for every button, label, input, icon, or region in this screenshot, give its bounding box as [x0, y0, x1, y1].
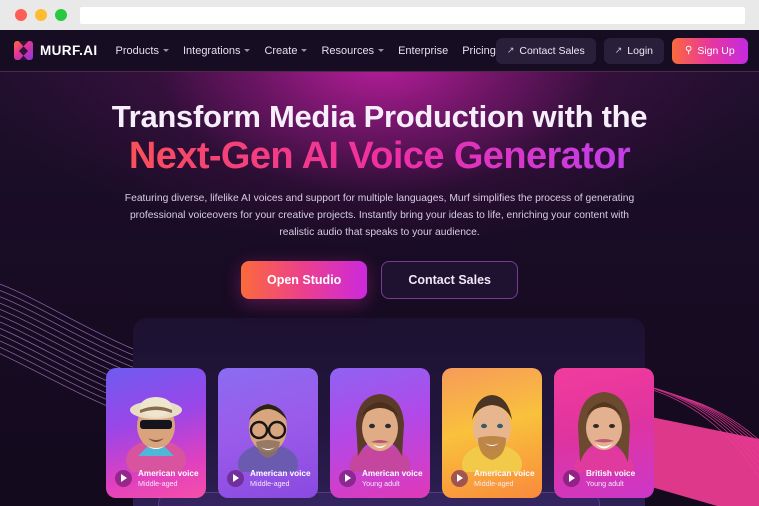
chevron-down-icon	[378, 49, 385, 52]
play-button[interactable]	[339, 469, 356, 487]
minimize-window-button[interactable]	[35, 9, 47, 21]
nav-item-resources[interactable]: Resources	[321, 44, 385, 57]
site-navbar: MURF.AI Products Integrations Create Res…	[0, 30, 759, 72]
nav-item-create[interactable]: Create	[264, 44, 308, 57]
sign-up-label: Sign Up	[697, 44, 735, 57]
nav-item-label: Products	[115, 44, 159, 57]
browser-chrome	[0, 0, 759, 30]
hero-section: Transform Media Production with the Next…	[0, 72, 759, 300]
voice-card-list: American voice Middle-aged American voic…	[106, 368, 658, 498]
voice-subtitle: Young adult	[362, 479, 400, 488]
voice-card[interactable]: American voice Middle-aged	[442, 368, 542, 498]
play-icon	[569, 474, 576, 483]
voice-card[interactable]: British voice Young adult	[554, 368, 654, 498]
login-button[interactable]: ↗ Login	[603, 37, 664, 64]
voice-subtitle: Middle-aged	[250, 479, 290, 488]
chevron-down-icon	[301, 49, 308, 52]
card-label: American voice Middle-aged	[442, 469, 542, 498]
voice-title: American voice	[250, 468, 311, 478]
nav-item-label: Integrations	[182, 44, 241, 57]
login-label: Login	[627, 44, 653, 57]
avatar	[462, 395, 522, 472]
close-window-button[interactable]	[15, 9, 27, 21]
voice-title: British voice	[586, 468, 636, 478]
play-button[interactable]	[451, 469, 468, 487]
avatar	[126, 397, 186, 472]
maximize-window-button[interactable]	[55, 9, 67, 21]
chevron-down-icon	[162, 49, 169, 52]
murf-logo-icon	[14, 41, 33, 60]
card-label: American voice Middle-aged	[218, 469, 318, 498]
voice-card[interactable]: American voice Middle-aged	[218, 368, 318, 498]
contact-sales-cta-button[interactable]: Contact Sales	[381, 261, 518, 300]
voice-title: American voice	[138, 468, 199, 478]
brand-logo[interactable]: MURF.AI	[14, 41, 98, 60]
nav-item-pricing[interactable]: Pricing	[462, 45, 496, 57]
voice-title: American voice	[362, 468, 423, 478]
card-label: American voice Young adult	[330, 469, 430, 498]
open-studio-button[interactable]: Open Studio	[241, 261, 368, 300]
hero-cta-row: Open Studio Contact Sales	[0, 261, 759, 300]
play-button[interactable]	[227, 469, 244, 487]
card-texts: British voice Young adult	[586, 469, 635, 488]
contact-sales-button[interactable]: ↗ Contact Sales	[495, 37, 596, 64]
address-bar[interactable]	[80, 6, 745, 24]
traffic-lights	[15, 9, 67, 21]
avatar	[574, 392, 634, 472]
voice-subtitle: Young adult	[586, 479, 624, 488]
play-button[interactable]	[563, 469, 580, 487]
avatar	[238, 404, 298, 472]
nav-item-label: Resources	[321, 44, 375, 57]
voice-card[interactable]: American voice Young adult	[330, 368, 430, 498]
user-icon: ⚲	[685, 45, 693, 56]
nav-item-products[interactable]: Products	[116, 45, 169, 57]
play-button[interactable]	[115, 469, 132, 487]
nav-links: Products Integrations Create Resources E…	[116, 45, 496, 57]
card-texts: American voice Young adult	[362, 469, 423, 488]
voice-card[interactable]: American voice Middle-aged	[106, 368, 206, 498]
page-title-line2: Next-Gen AI Voice Generator	[0, 135, 759, 178]
avatar	[350, 394, 410, 472]
page-viewport: MURF.AI Products Integrations Create Res…	[0, 30, 759, 506]
nav-item-label: Create	[264, 44, 298, 57]
sign-up-button[interactable]: ⚲ Sign Up	[672, 37, 748, 64]
page-title-line1: Transform Media Production with the	[111, 99, 648, 134]
nav-item-enterprise[interactable]: Enterprise	[398, 45, 448, 57]
play-icon	[121, 474, 128, 483]
brand-name: MURF.AI	[40, 43, 98, 58]
voice-title: American voice	[474, 468, 535, 478]
card-label: American voice Middle-aged	[106, 469, 206, 498]
nav-item-integrations[interactable]: Integrations	[182, 44, 251, 57]
card-texts: American voice Middle-aged	[250, 469, 311, 488]
nav-item-label: Pricing	[462, 44, 496, 57]
chevron-down-icon	[244, 49, 251, 52]
voice-subtitle: Middle-aged	[474, 479, 514, 488]
hero-description: Featuring diverse, lifelike AI voices an…	[124, 193, 635, 238]
contact-sales-label: Contact Sales	[519, 44, 585, 57]
card-texts: American voice Middle-aged	[474, 469, 535, 488]
card-label: British voice Young adult	[554, 469, 654, 498]
nav-item-label: Enterprise	[398, 44, 449, 57]
voice-subtitle: Middle-aged	[138, 479, 178, 488]
navbar-actions: ↗ Contact Sales ↗ Login ⚲ Sign Up	[495, 37, 748, 64]
play-icon	[345, 474, 352, 483]
play-icon	[233, 474, 240, 483]
play-icon	[457, 474, 464, 483]
arrow-up-right-icon: ↗	[506, 45, 515, 55]
card-texts: American voice Middle-aged	[138, 469, 199, 488]
arrow-up-right-icon: ↗	[614, 45, 623, 55]
